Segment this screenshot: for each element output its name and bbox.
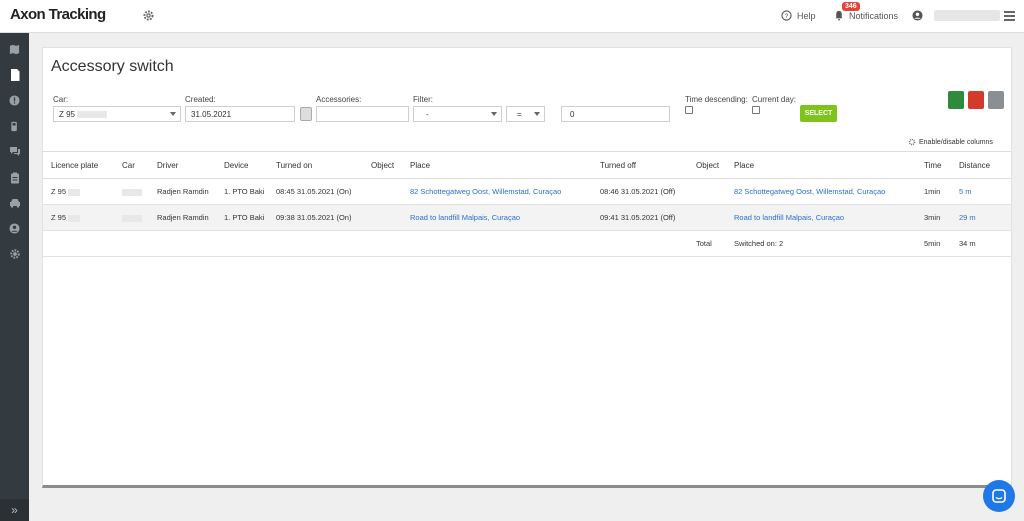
cell-driver: Radjen Ramdin: [149, 204, 216, 231]
cell-driver: Radjen Ramdin: [149, 178, 216, 205]
gear-icon[interactable]: [8, 247, 21, 260]
cell-distance: 5 m: [951, 178, 1011, 205]
distance-link[interactable]: 5 m: [959, 187, 972, 196]
total-switched-on: Switched on: 2: [726, 230, 916, 257]
user-name-field[interactable]: [934, 10, 1000, 21]
document-icon[interactable]: [8, 68, 21, 81]
col-driver[interactable]: Driver: [149, 151, 216, 179]
total-distance: 34 m: [951, 230, 1011, 257]
filter-value-input[interactable]: 0: [561, 106, 670, 122]
menu-icon[interactable]: [1004, 11, 1015, 23]
cell-plate: Z 95: [43, 178, 114, 205]
table-header-row: Licence plate Car Driver Device Turned o…: [43, 151, 1011, 179]
place-on-link[interactable]: 82 Schottegatweg Oost, Willemstad, Curaç…: [410, 187, 561, 196]
user-icon[interactable]: [8, 222, 21, 235]
notifications-label: Notifications: [849, 10, 899, 21]
table-row[interactable]: Z 95 Radjen Ramdin 1. PTO Baki 09:38 31.…: [43, 204, 1011, 231]
place-off-link[interactable]: Road to landfill Malpais, Curaçao: [734, 213, 844, 222]
select-button[interactable]: SELECT: [800, 105, 837, 122]
pdf-export-icon[interactable]: [968, 91, 984, 109]
cell-place-off: 82 Schottegatweg Oost, Willemstad, Curaç…: [726, 178, 916, 205]
help-link[interactable]: ? Help: [781, 10, 816, 21]
sidebar: »: [0, 33, 29, 521]
created-date-input[interactable]: 31.05.2021: [185, 106, 295, 122]
cell-turned-on: 09:38 31.05.2021 (On): [268, 204, 363, 231]
cell-device: 1. PTO Baki: [216, 204, 268, 231]
top-bar: Axon Tracking ? Help 346 Notifications: [0, 0, 1024, 33]
operator-select[interactable]: =: [506, 106, 545, 122]
gear-icon[interactable]: [142, 9, 155, 22]
cell-turned-off: 08:46 31.05.2021 (Off): [592, 178, 688, 205]
total-row: Total Switched on: 2 5min 34 m: [43, 230, 1011, 257]
col-licence-plate[interactable]: Licence plate: [43, 151, 114, 179]
col-turned-on[interactable]: Turned on: [268, 151, 363, 179]
cell-turned-off: 09:41 31.05.2021 (Off): [592, 204, 688, 231]
app-logo[interactable]: Axon Tracking: [10, 6, 106, 23]
bell-icon: [835, 10, 843, 21]
col-object-on[interactable]: Object: [363, 151, 402, 179]
cell-object-off: [688, 178, 726, 205]
cell-object-on: [363, 204, 402, 231]
cell-time: 3min: [916, 204, 951, 231]
gear-icon: [908, 138, 916, 146]
total-label: Total: [688, 230, 726, 257]
car-select[interactable]: Z 95: [53, 106, 181, 122]
help-label: Help: [797, 10, 816, 21]
distance-link[interactable]: 29 m: [959, 213, 976, 222]
accessory-table: Licence plate Car Driver Device Turned o…: [43, 151, 1011, 257]
cell-object-off: [688, 204, 726, 231]
cell-distance: 29 m: [951, 204, 1011, 231]
total-time: 5min: [916, 230, 951, 257]
cell-place-off: Road to landfill Malpais, Curaçao: [726, 204, 916, 231]
created-label: Created:: [185, 95, 216, 104]
col-place-on[interactable]: Place: [402, 151, 592, 179]
place-off-link[interactable]: 82 Schottegatweg Oost, Willemstad, Curaç…: [734, 187, 885, 196]
col-object-off[interactable]: Object: [688, 151, 726, 179]
clipboard-icon[interactable]: [8, 171, 21, 184]
cell-car: [114, 178, 149, 205]
excel-export-icon[interactable]: [948, 91, 964, 109]
svg-text:?: ?: [785, 13, 789, 20]
car-icon[interactable]: [8, 196, 21, 209]
map-icon[interactable]: [8, 43, 21, 56]
accessories-input[interactable]: [316, 106, 409, 122]
cell-car: [114, 204, 149, 231]
accessories-label: Accessories:: [316, 95, 362, 104]
chat-icon[interactable]: [8, 145, 21, 158]
filter-select[interactable]: -: [413, 106, 502, 122]
current-day-label: Current day:: [752, 95, 797, 104]
cell-place-on: Road to landfill Malpais, Curaçao: [402, 204, 592, 231]
notifications-link[interactable]: Notifications: [834, 10, 898, 21]
cell-turned-on: 08:45 31.05.2021 (On): [268, 178, 363, 205]
car-label: Car:: [53, 95, 69, 104]
chat-launcher-icon[interactable]: [983, 480, 1015, 512]
col-car[interactable]: Car: [114, 151, 149, 179]
cell-time: 1min: [916, 178, 951, 205]
current-day-checkbox[interactable]: [752, 106, 760, 114]
table-row[interactable]: Z 95 Radjen Ramdin 1. PTO Baki 08:45 31.…: [43, 178, 1011, 205]
col-distance[interactable]: Distance: [951, 151, 1011, 179]
cell-plate: Z 95: [43, 204, 114, 231]
fuel-icon[interactable]: [8, 120, 21, 133]
calendar-icon[interactable]: [300, 107, 312, 121]
cell-place-on: 82 Schottegatweg Oost, Willemstad, Curaç…: [402, 178, 592, 205]
help-icon: ?: [781, 10, 792, 21]
time-descending-label: Time descending:: [685, 95, 748, 104]
cell-device: 1. PTO Baki: [216, 178, 268, 205]
col-time[interactable]: Time: [916, 151, 951, 179]
place-on-link[interactable]: Road to landfill Malpais, Curaçao: [410, 213, 520, 222]
filter-label: Filter:: [413, 95, 433, 104]
page-title: Accessory switch: [51, 58, 174, 75]
cell-object-on: [363, 178, 402, 205]
enable-columns-link[interactable]: Enable/disable columns: [908, 138, 993, 146]
col-device[interactable]: Device: [216, 151, 268, 179]
col-turned-off[interactable]: Turned off: [592, 151, 688, 179]
user-icon[interactable]: [912, 10, 923, 21]
time-descending-checkbox[interactable]: [685, 106, 693, 114]
expand-sidebar-icon[interactable]: »: [0, 499, 29, 521]
print-icon[interactable]: [988, 91, 1004, 109]
col-place-off[interactable]: Place: [726, 151, 916, 179]
alert-icon[interactable]: [8, 94, 21, 107]
report-panel: Accessory switch Car: Z 95 Created: 31.0…: [42, 47, 1012, 488]
